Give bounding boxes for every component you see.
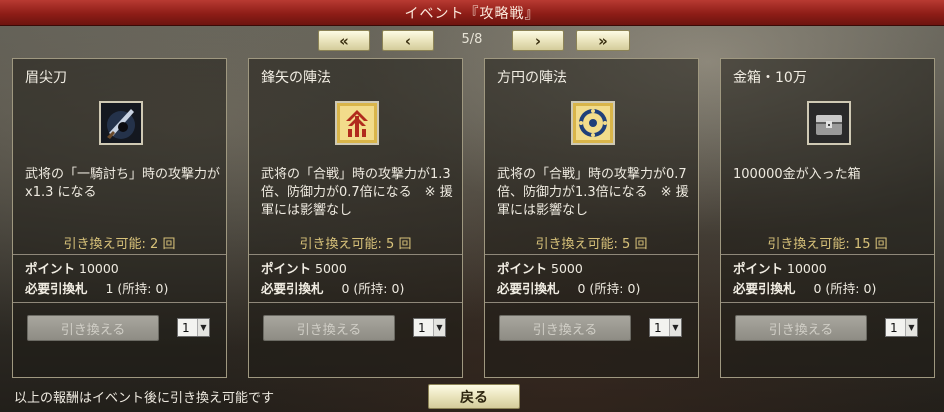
exchange-button[interactable]: 引き換える xyxy=(499,315,631,341)
treasure-chest-icon xyxy=(807,101,851,145)
reward-title: 鋒矢の陣法 xyxy=(261,70,331,86)
points-label: ポイント xyxy=(25,261,76,276)
tickets-label: 必要引換札 xyxy=(25,281,88,296)
points-label: ポイント xyxy=(261,261,312,276)
reward-card: 金箱・10万 100000金が入った箱 引き換え可能: 15 回 ポイント 10… xyxy=(720,58,935,378)
reward-cost: ポイント 5000 必要引換札 0 (所持: 0) xyxy=(485,255,698,303)
reward-card: 鋒矢の陣法 武将の「合戦」時の攻撃力が1.3倍、防御力が0.7倍になる ※ 援軍… xyxy=(248,58,463,378)
last-page-button[interactable]: » xyxy=(576,30,630,51)
exchange-available-count: 引き換え可能: 2 回 xyxy=(63,237,176,252)
quantity-value: 1 xyxy=(890,320,898,335)
points-row: ポイント 5000 xyxy=(261,258,347,277)
reward-cost: ポイント 10000 必要引換札 0 (所持: 0) xyxy=(721,255,934,303)
reward-description: 100000金が入った箱 xyxy=(733,167,861,182)
arrow-formation-icon xyxy=(335,101,379,145)
quantity-select[interactable]: 1 ▼ xyxy=(649,318,682,337)
reward-title: 方円の陣法 xyxy=(497,70,567,86)
tickets-label: 必要引換札 xyxy=(497,281,560,296)
window-titlebar: イベント『攻略戦』 xyxy=(0,0,944,26)
tickets-label: 必要引換札 xyxy=(261,281,324,296)
quantity-value: 1 xyxy=(654,320,662,335)
reward-details: 鋒矢の陣法 武将の「合戦」時の攻撃力が1.3倍、防御力が0.7倍になる ※ 援軍… xyxy=(249,59,462,255)
exchange-button[interactable]: 引き換える xyxy=(263,315,395,341)
prev-page-button[interactable]: ‹ xyxy=(382,30,434,51)
quantity-select[interactable]: 1 ▼ xyxy=(413,318,446,337)
reward-description: 武将の「一騎討ち」時の攻撃力が x1.3 になる xyxy=(25,167,221,200)
points-row: ポイント 10000 xyxy=(25,258,119,277)
exchange-button[interactable]: 引き換える xyxy=(735,315,867,341)
pagination: « ‹ 5/8 › » xyxy=(0,30,944,52)
tickets-row: 必要引換札 0 (所持: 0) xyxy=(261,278,404,297)
points-label: ポイント xyxy=(733,261,784,276)
back-button[interactable]: 戻る xyxy=(428,384,520,409)
points-value: 5000 xyxy=(551,261,583,276)
page-indicator: 5/8 xyxy=(461,32,483,47)
next-page-button[interactable]: › xyxy=(512,30,564,51)
tickets-row: 必要引換札 1 (所持: 0) xyxy=(25,278,168,297)
chevron-right-icon: › xyxy=(534,31,542,50)
exchange-button[interactable]: 引き換える xyxy=(27,315,159,341)
reward-cost: ポイント 10000 必要引換札 1 (所持: 0) xyxy=(13,255,226,303)
blade-weapon-icon xyxy=(99,101,143,145)
reward-card: 眉尖刀 武将の「一騎討ち」時の攻撃力が x1.3 になる 引き換え可能: 2 回… xyxy=(12,58,227,378)
reward-title: 眉尖刀 xyxy=(25,70,67,86)
quantity-value: 1 xyxy=(182,320,190,335)
points-row: ポイント 10000 xyxy=(733,258,827,277)
reward-details: 方円の陣法 武将の「合戦」時の攻撃力が0.7倍、防御力が1.3倍になる ※ 援軍… xyxy=(485,59,698,255)
quantity-value: 1 xyxy=(418,320,426,335)
tickets-value: 0 (所持: 0) xyxy=(577,281,641,296)
points-label: ポイント xyxy=(497,261,548,276)
chevron-down-icon: ▼ xyxy=(197,319,209,336)
double-chevron-right-icon: » xyxy=(598,31,608,50)
reward-description: 武将の「合戦」時の攻撃力が0.7倍、防御力が1.3倍になる ※ 援軍には影響なし xyxy=(497,167,689,218)
quantity-select[interactable]: 1 ▼ xyxy=(177,318,210,337)
tickets-label: 必要引換札 xyxy=(733,281,796,296)
quantity-select[interactable]: 1 ▼ xyxy=(885,318,918,337)
footer-note: 以上の報酬はイベント後に引き換え可能です xyxy=(14,391,275,406)
tickets-row: 必要引換札 0 (所持: 0) xyxy=(733,278,876,297)
circle-formation-icon xyxy=(571,101,615,145)
exchange-available-count: 引き換え可能: 5 回 xyxy=(299,237,412,252)
exchange-available-count: 引き換え可能: 5 回 xyxy=(535,237,648,252)
tickets-value: 0 (所持: 0) xyxy=(813,281,877,296)
reward-card: 方円の陣法 武将の「合戦」時の攻撃力が0.7倍、防御力が1.3倍になる ※ 援軍… xyxy=(484,58,699,378)
double-chevron-left-icon: « xyxy=(339,31,349,50)
tickets-value: 1 (所持: 0) xyxy=(105,281,169,296)
first-page-button[interactable]: « xyxy=(318,30,370,51)
reward-details: 金箱・10万 100000金が入った箱 引き換え可能: 15 回 xyxy=(721,59,934,255)
chevron-down-icon: ▼ xyxy=(669,319,681,336)
tickets-value: 0 (所持: 0) xyxy=(341,281,405,296)
points-value: 5000 xyxy=(315,261,347,276)
reward-cost: ポイント 5000 必要引換札 0 (所持: 0) xyxy=(249,255,462,303)
tickets-row: 必要引換札 0 (所持: 0) xyxy=(497,278,640,297)
window-title: イベント『攻略戦』 xyxy=(404,5,540,22)
reward-title: 金箱・10万 xyxy=(733,70,807,86)
points-row: ポイント 5000 xyxy=(497,258,583,277)
chevron-left-icon: ‹ xyxy=(404,31,412,50)
exchange-available-count: 引き換え可能: 15 回 xyxy=(767,237,888,252)
points-value: 10000 xyxy=(787,261,827,276)
chevron-down-icon: ▼ xyxy=(905,319,917,336)
chevron-down-icon: ▼ xyxy=(433,319,445,336)
reward-details: 眉尖刀 武将の「一騎討ち」時の攻撃力が x1.3 になる 引き換え可能: 2 回 xyxy=(13,59,226,255)
points-value: 10000 xyxy=(79,261,119,276)
reward-description: 武将の「合戦」時の攻撃力が1.3倍、防御力が0.7倍になる ※ 援軍には影響なし xyxy=(261,167,453,218)
